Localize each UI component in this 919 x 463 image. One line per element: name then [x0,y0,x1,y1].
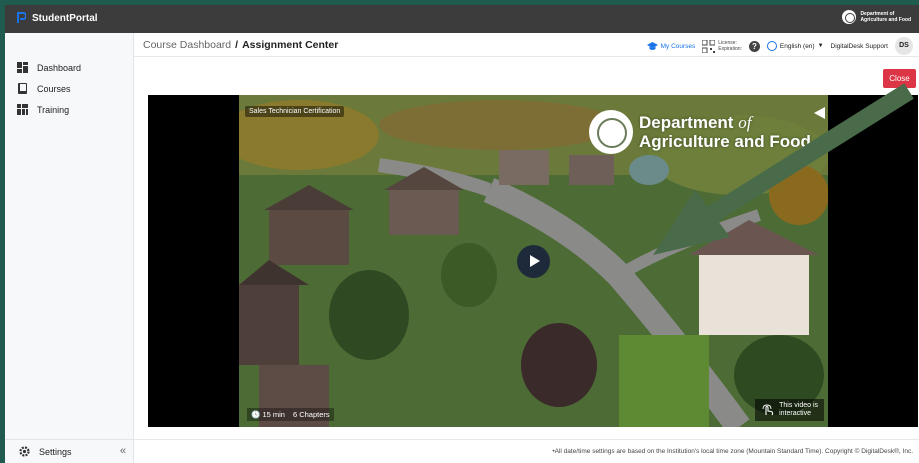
annotation-arrow [653,83,914,255]
app-window: StudentPortal Department of Agriculture … [5,5,919,463]
